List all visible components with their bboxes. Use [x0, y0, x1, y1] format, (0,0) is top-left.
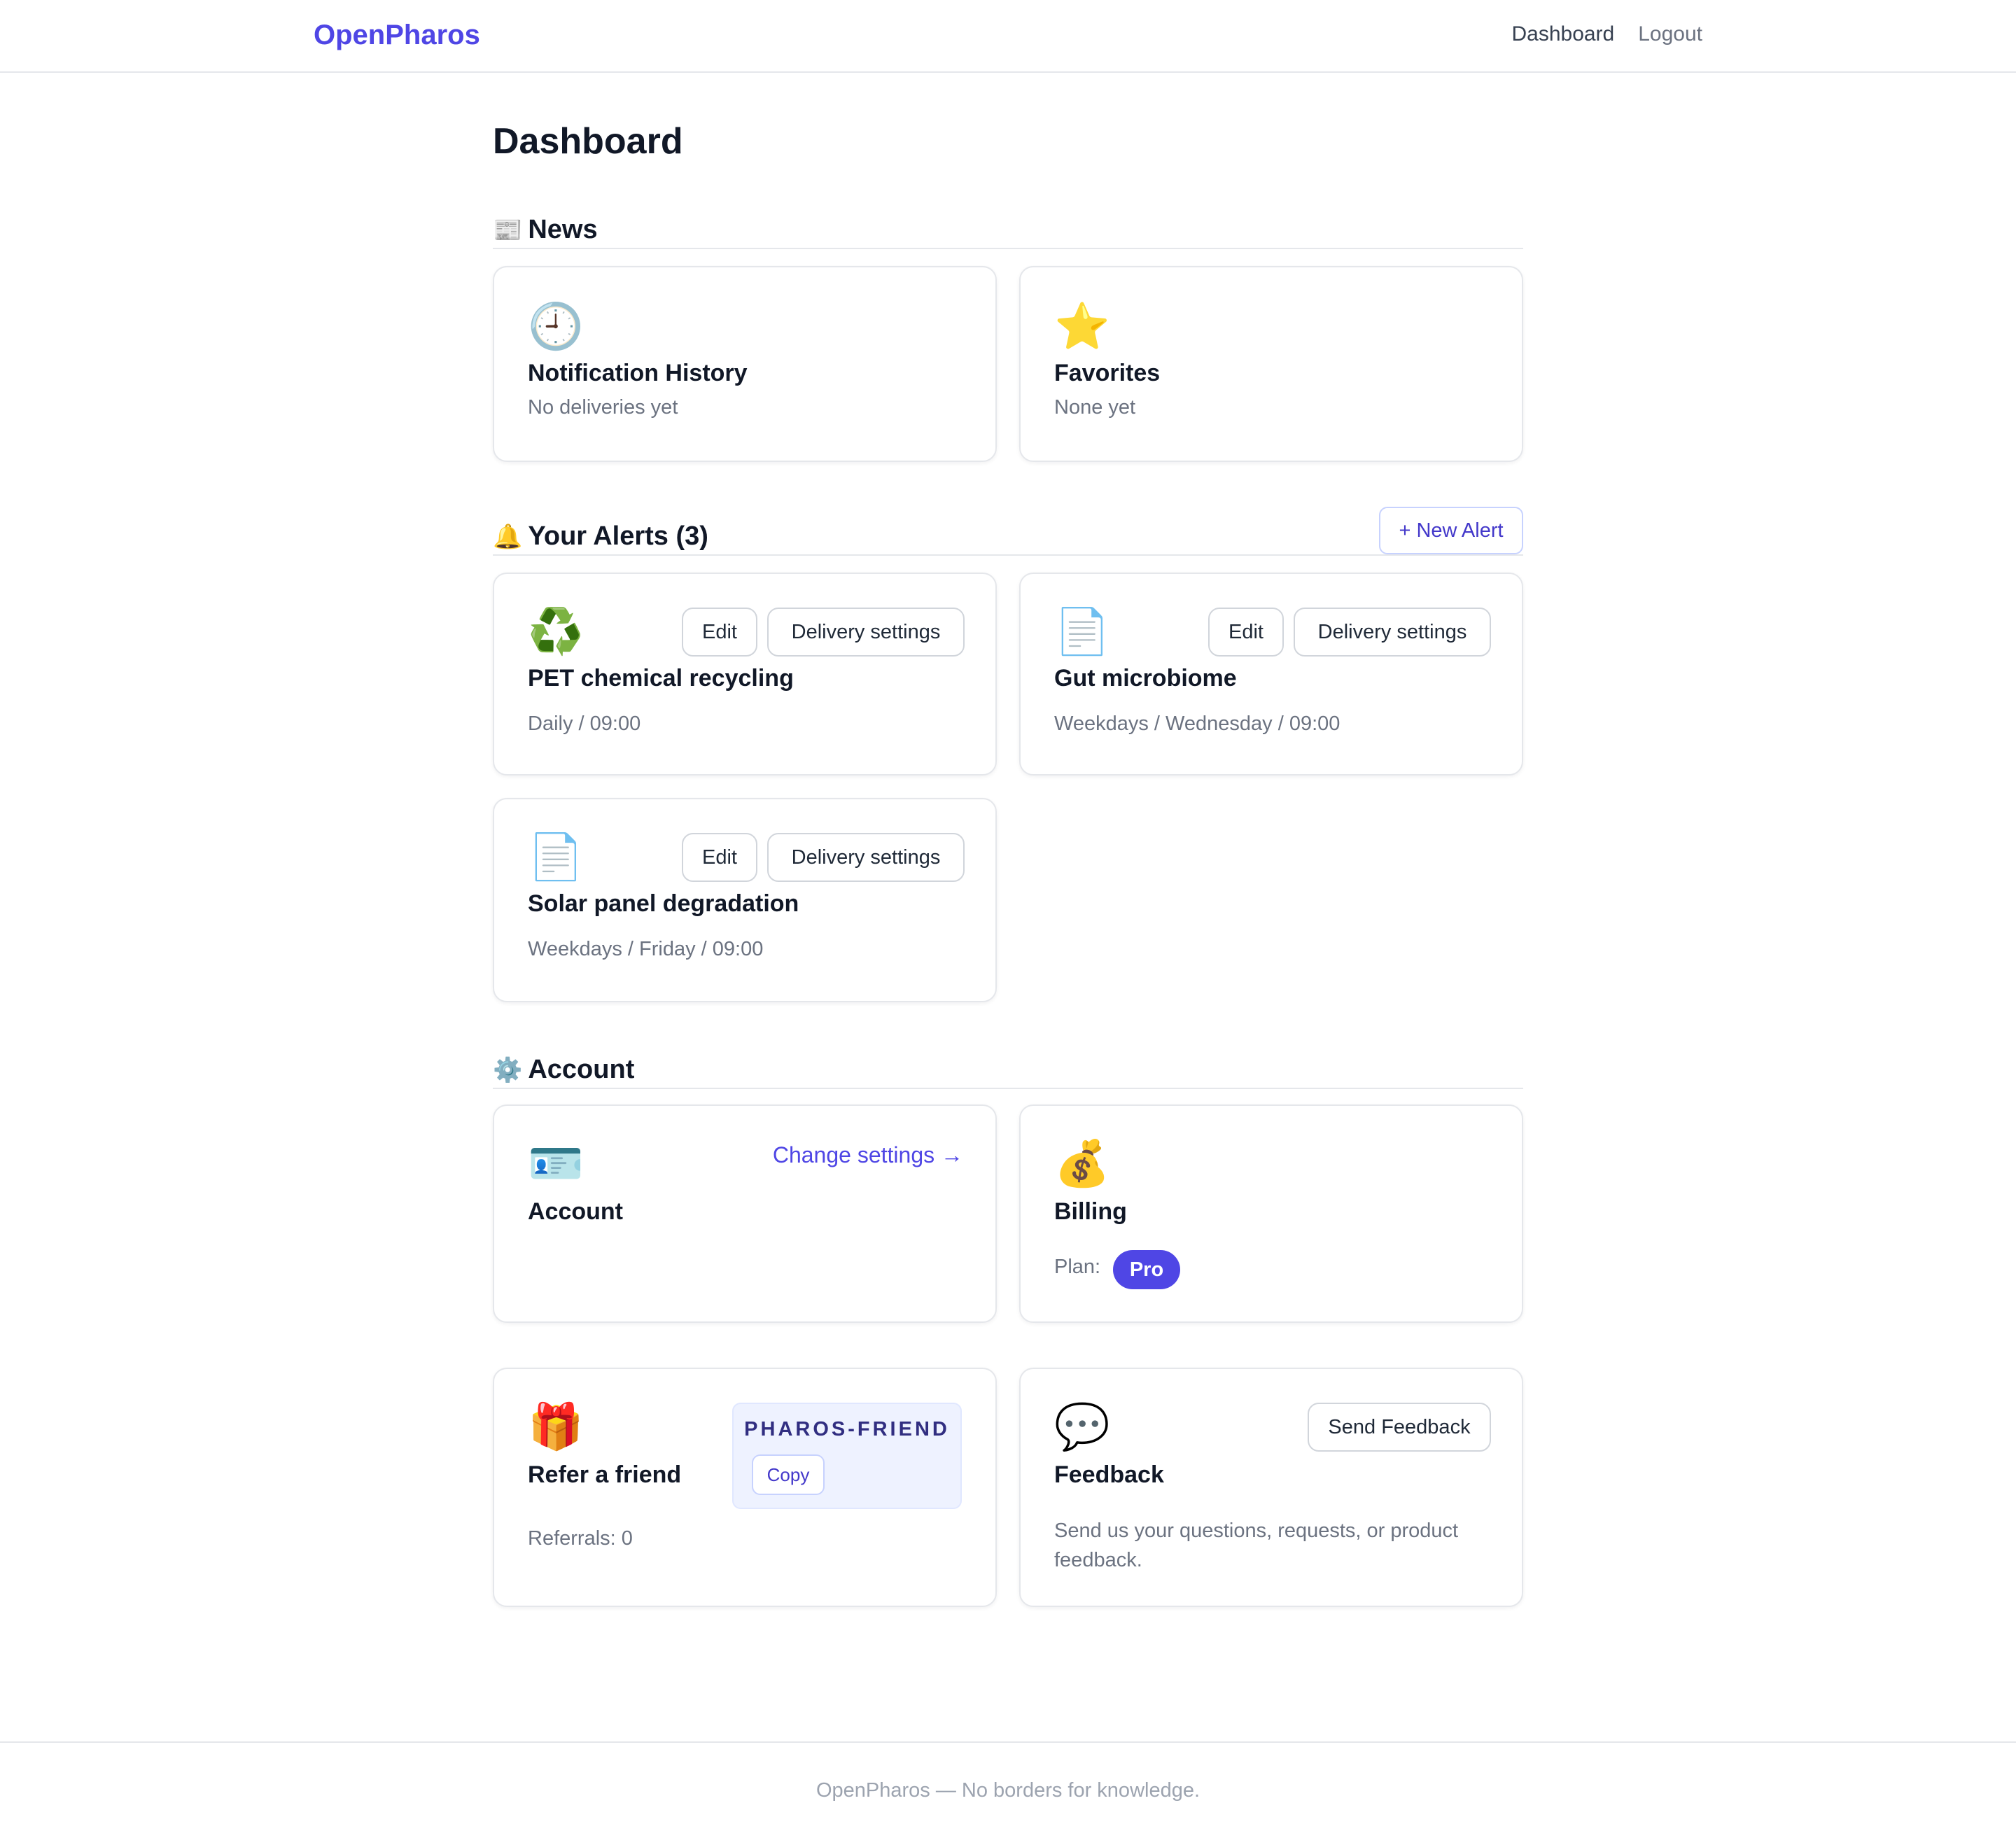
document-icon: 📄	[528, 832, 584, 882]
alert-card: ♻️ Edit Delivery settings PET chemical r…	[493, 573, 997, 776]
referral-code: PHAROS-FRIEND	[744, 1418, 950, 1440]
card-title: Billing	[1054, 1198, 1127, 1225]
bell-icon: 🔔	[493, 523, 523, 550]
edit-button[interactable]: Edit	[1208, 608, 1284, 657]
speech-bubble-icon: 💬	[1054, 1401, 1110, 1452]
delivery-settings-button[interactable]: Delivery settings	[1294, 608, 1491, 657]
billing-card: 💰 Billing Plan: Pro	[1019, 1104, 1523, 1323]
copy-button[interactable]: Copy	[752, 1454, 825, 1495]
alerts-section-title: 🔔 Your Alerts (3)	[493, 521, 708, 552]
alert-schedule: Daily / 09:00	[528, 713, 641, 735]
edit-button[interactable]: Edit	[682, 833, 757, 882]
alerts-title-text: Your Alerts (3)	[528, 521, 708, 551]
new-alert-button[interactable]: + New Alert	[1379, 507, 1523, 554]
gift-icon: 🎁	[528, 1401, 584, 1452]
refer-friend-card: 🎁 Refer a friend PHAROS-FRIEND Copy Refe…	[493, 1368, 997, 1607]
news-section-header: 📰 News	[493, 214, 1523, 249]
send-feedback-button[interactable]: Send Feedback	[1308, 1403, 1491, 1452]
card-subtitle: None yet	[1054, 396, 1136, 419]
clock-icon: 🕘	[528, 301, 584, 351]
alert-title: Gut microbiome	[1054, 665, 1237, 692]
newspaper-icon: 📰	[493, 216, 523, 244]
alert-card: 📄 Edit Delivery settings Gut microbiome …	[1019, 573, 1523, 776]
document-icon: 📄	[1054, 606, 1110, 657]
feedback-card: 💬 Send Feedback Feedback Send us your qu…	[1019, 1368, 1523, 1607]
alert-title: PET chemical recycling	[528, 665, 794, 692]
account-title-text: Account	[528, 1055, 635, 1084]
card-title: Account	[528, 1198, 623, 1225]
alert-card: 📄 Edit Delivery settings Solar panel deg…	[493, 798, 997, 1002]
account-card: 🪪 Change settings → Account	[493, 1104, 997, 1323]
nav-link-logout[interactable]: Logout	[1638, 22, 1702, 46]
card-title: Notification History	[528, 360, 748, 386]
brand-logo[interactable]: OpenPharos	[314, 20, 480, 51]
feedback-description: Send us your questions, requests, or pro…	[1054, 1520, 1459, 1571]
gear-icon: ⚙️	[493, 1056, 523, 1083]
footer-text: OpenPharos — No borders for knowledge.	[816, 1779, 1200, 1802]
news-title-text: News	[528, 215, 598, 244]
change-settings-link[interactable]: Change settings →	[773, 1142, 963, 1168]
account-section-header: ⚙️ Account	[493, 1054, 1523, 1089]
card-title: Favorites	[1054, 360, 1161, 386]
alert-title: Solar panel degradation	[528, 890, 799, 917]
nav-link-dashboard[interactable]: Dashboard	[1511, 22, 1614, 46]
card-subtitle: No deliveries yet	[528, 396, 678, 419]
nav-links: Dashboard Logout	[1511, 22, 1702, 46]
id-card-icon: 🪪	[528, 1138, 584, 1188]
alerts-section-header: 🔔 Your Alerts (3)	[493, 521, 1523, 556]
alert-schedule: Weekdays / Friday / 09:00	[528, 938, 764, 960]
top-navbar: OpenPharos Dashboard Logout	[0, 0, 2016, 73]
plan-badge: Pro	[1113, 1250, 1180, 1289]
referral-code-box: PHAROS-FRIEND Copy	[732, 1403, 962, 1509]
card-title: Feedback	[1054, 1461, 1164, 1488]
money-bag-icon: 💰	[1054, 1138, 1110, 1188]
referrals-count: Referrals: 0	[528, 1527, 633, 1550]
alert-schedule: Weekdays / Wednesday / 09:00	[1054, 713, 1340, 735]
footer: OpenPharos — No borders for knowledge.	[0, 1741, 2016, 1838]
delivery-settings-button[interactable]: Delivery settings	[767, 608, 965, 657]
card-title: Refer a friend	[528, 1461, 682, 1488]
plan-label: Plan:	[1054, 1256, 1101, 1278]
news-section-title: 📰 News	[493, 215, 598, 245]
delivery-settings-button[interactable]: Delivery settings	[767, 833, 965, 882]
edit-button[interactable]: Edit	[682, 608, 757, 657]
star-icon: ⭐	[1054, 301, 1110, 351]
page-title: Dashboard	[493, 121, 683, 162]
notification-history-card[interactable]: 🕘 Notification History No deliveries yet	[493, 266, 997, 462]
recycle-icon: ♻️	[528, 606, 584, 657]
account-section-title: ⚙️ Account	[493, 1055, 634, 1085]
favorites-card[interactable]: ⭐ Favorites None yet	[1019, 266, 1523, 462]
